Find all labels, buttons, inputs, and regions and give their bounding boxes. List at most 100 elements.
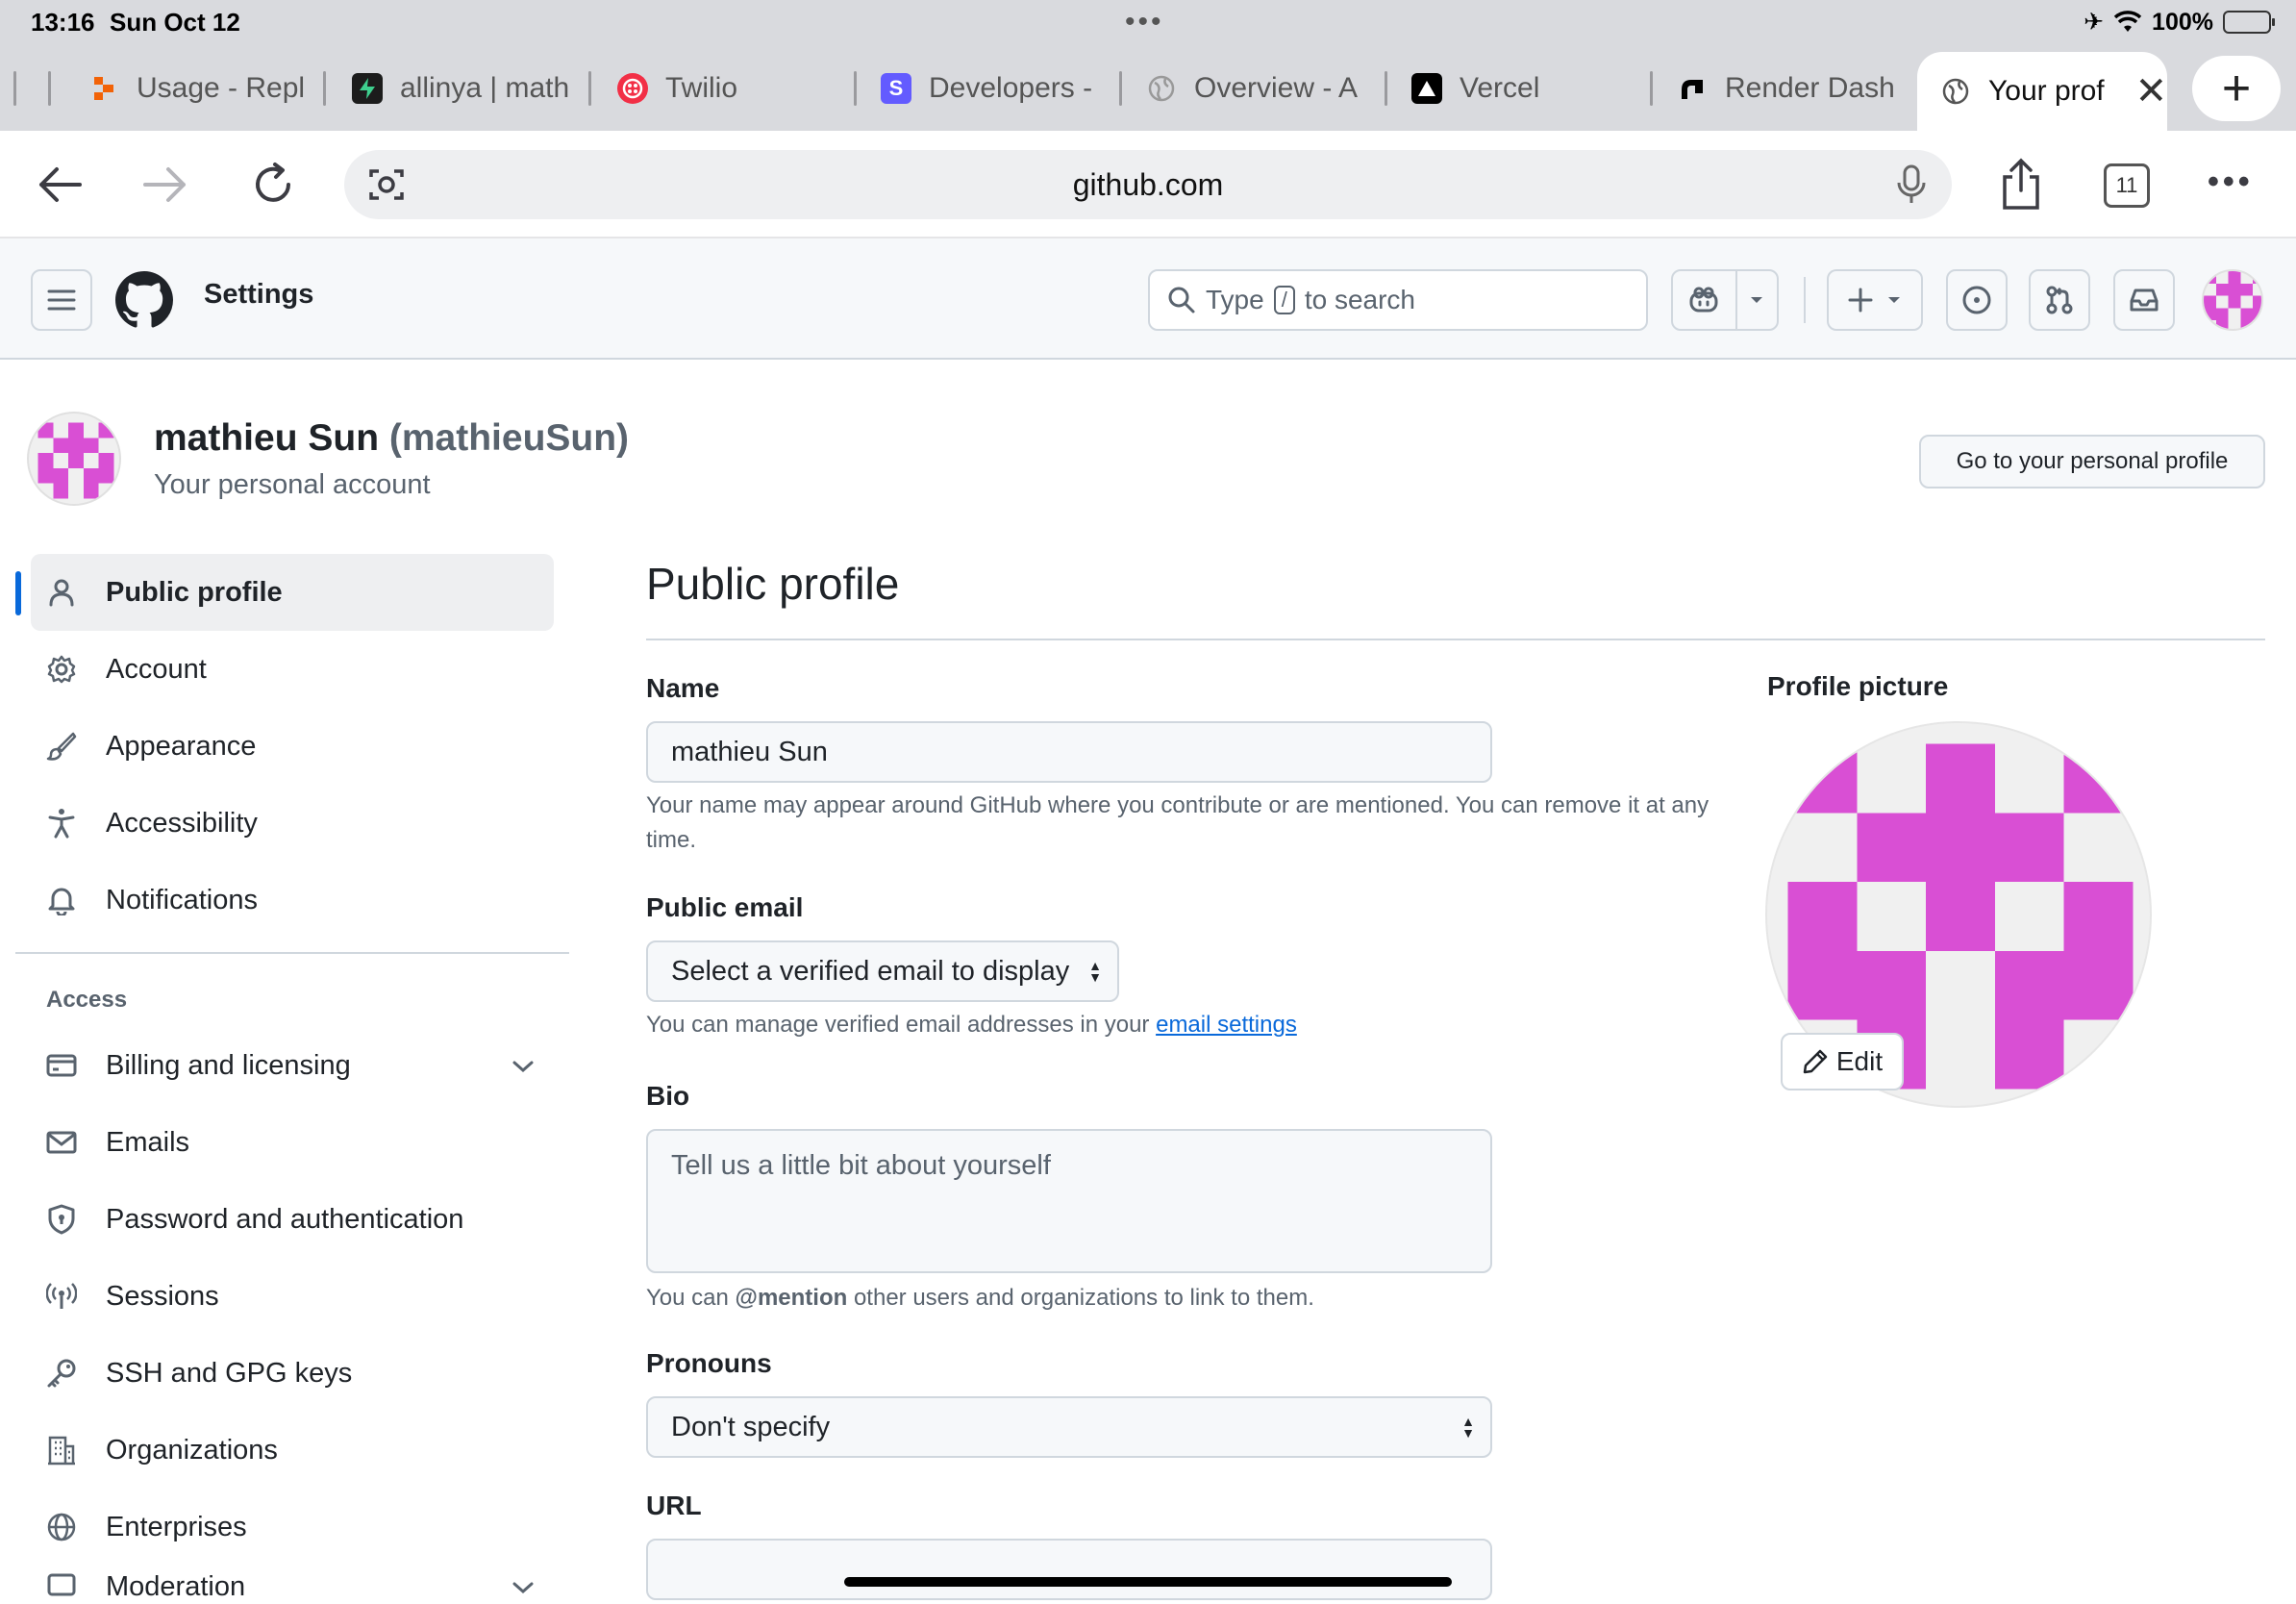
user-avatar-button[interactable] [2202, 269, 2263, 331]
email-settings-link[interactable]: email settings [1156, 1012, 1297, 1038]
profile-picture-label: Profile picture [1767, 671, 1949, 701]
twilio-icon [617, 73, 648, 104]
sidebar-item-public-profile[interactable]: Public profile [31, 554, 554, 631]
tab-separator [1119, 71, 1122, 106]
status-date: Sun Oct 12 [110, 8, 240, 37]
sidebar-item-label: Emails [106, 1126, 190, 1158]
username-handle: (mathieuSun) [388, 417, 630, 459]
person-icon [46, 577, 77, 608]
search-input[interactable]: Type / to search [1148, 269, 1648, 331]
sidebar-item-sessions[interactable]: Sessions [31, 1258, 554, 1335]
chevron-down-icon[interactable] [512, 1571, 535, 1603]
reload-button[interactable] [246, 158, 300, 212]
issues-button[interactable] [1946, 269, 2008, 331]
triangle-down-icon[interactable] [1737, 295, 1777, 305]
accessibility-icon [46, 808, 77, 839]
bio-hint-suffix: other users and organizations to link to… [853, 1285, 1314, 1311]
go-to-profile-button[interactable]: Go to your personal profile [1919, 435, 2265, 489]
paintbrush-icon [46, 731, 77, 762]
github-logo-icon[interactable] [115, 271, 173, 334]
sidebar-group-access: Access [46, 987, 128, 1013]
name-label: Name [646, 673, 720, 703]
create-new-button[interactable] [1827, 269, 1923, 331]
sidebar-item-label: Appearance [106, 730, 257, 762]
new-tab-button[interactable]: + [2192, 56, 2281, 121]
tab-label: Twilio [665, 72, 738, 104]
bio-textarea[interactable]: Tell us a little bit about yourself [646, 1129, 1492, 1273]
tab-vercel[interactable]: Vercel [1402, 56, 1633, 121]
chevron-down-icon[interactable] [512, 1050, 535, 1082]
status-bar: 13:16 Sun Oct 12 ••• ✈ 100% [0, 0, 2296, 46]
sidebar-item-account[interactable]: Account [31, 631, 554, 708]
sidebar-item-accessibility[interactable]: Accessibility [31, 785, 554, 862]
report-icon [46, 1571, 77, 1602]
close-tab-icon[interactable]: ✕ [2135, 69, 2167, 113]
share-button[interactable] [1994, 158, 2048, 212]
tab-separator [1650, 71, 1653, 106]
more-icon[interactable]: ••• [2208, 163, 2254, 201]
pronouns-select[interactable]: Don't specify ▲ ▼ [646, 1396, 1492, 1458]
arrow-right-icon [143, 167, 186, 202]
tab-render[interactable]: Render Dash [1667, 56, 1898, 121]
page-context-title: Settings [204, 279, 314, 310]
home-indicator [844, 1577, 1452, 1587]
account-avatar[interactable] [27, 412, 121, 506]
sidebar-item-label: Moderation [106, 1571, 246, 1602]
pull-requests-button[interactable] [2029, 269, 2090, 331]
battery-icon [2223, 11, 2275, 34]
microphone-icon[interactable] [1892, 163, 1931, 211]
shield-lock-icon [46, 1204, 77, 1235]
battery-percent: 100% [2152, 8, 2213, 36]
tab-usage-repl[interactable]: Usage - Repl [79, 56, 310, 121]
tab-developers[interactable]: S Developers - [871, 56, 1102, 121]
sidebar-item-label: Enterprises [106, 1511, 247, 1542]
public-email-select[interactable]: Select a verified email to display ▲ ▼ [646, 940, 1119, 1002]
github-header: Settings Type / to search [0, 238, 2296, 360]
pronouns-label: Pronouns [646, 1348, 772, 1378]
url-field[interactable] [646, 1539, 1492, 1600]
reload-icon [256, 163, 290, 202]
forward-button[interactable] [138, 158, 192, 212]
tab-separator [323, 71, 326, 106]
sidebar-item-organizations[interactable]: Organizations [31, 1412, 554, 1489]
tab-separator [854, 71, 857, 106]
mail-icon [46, 1127, 77, 1158]
menu-button[interactable] [31, 269, 92, 331]
bio-label: Bio [646, 1081, 690, 1111]
sidebar-item-enterprises[interactable]: Enterprises [31, 1489, 554, 1566]
account-subtitle: Your personal account [154, 469, 431, 500]
globe-icon [1940, 76, 1971, 107]
sidebar-item-ssh-gpg[interactable]: SSH and GPG keys [31, 1335, 554, 1412]
tab-overview-button[interactable]: 11 [2104, 163, 2150, 208]
email-hint: You can manage verified email addresses … [646, 1008, 1723, 1042]
active-item-marker [15, 571, 21, 615]
name-field[interactable]: mathieu Sun [646, 721, 1492, 783]
tab-twilio[interactable]: Twilio [608, 56, 838, 121]
multitasking-dots-icon[interactable]: ••• [1125, 6, 1164, 38]
address-bar[interactable]: github.com [344, 150, 1952, 219]
sidebar-item-label: Public profile [106, 576, 283, 608]
bio-hint: You can @mention other users and organiz… [646, 1281, 1723, 1316]
sidebar-item-billing[interactable]: Billing and licensing [31, 1027, 554, 1104]
bio-hint-mention: @mention [735, 1285, 848, 1311]
replit-icon [88, 73, 119, 104]
tab-overview[interactable]: Overview - A [1136, 56, 1367, 121]
key-icon [46, 1358, 77, 1389]
wifi-icon [2113, 11, 2142, 32]
tab-allinya[interactable]: allinya | math [342, 56, 573, 121]
copilot-button[interactable] [1671, 269, 1779, 331]
sidebar-item-moderation[interactable]: Moderation [31, 1566, 554, 1604]
edit-picture-button[interactable]: Edit [1781, 1033, 1904, 1090]
inbox-button[interactable] [2113, 269, 2175, 331]
credit-card-icon [46, 1050, 77, 1081]
sidebar-item-notifications[interactable]: Notifications [31, 862, 554, 939]
back-button[interactable] [33, 158, 87, 212]
sidebar-item-appearance[interactable]: Appearance [31, 708, 554, 785]
sidebar-item-emails[interactable]: Emails [31, 1104, 554, 1181]
organization-icon [46, 1435, 77, 1466]
tab-label: Vercel [1460, 72, 1540, 104]
bio-hint-prefix: You can [646, 1285, 729, 1311]
sidebar-item-password[interactable]: Password and authentication [31, 1181, 554, 1258]
sidebar-item-label: SSH and GPG keys [106, 1357, 353, 1389]
tab-your-profile[interactable]: Your prof ✕ [1917, 52, 2167, 131]
